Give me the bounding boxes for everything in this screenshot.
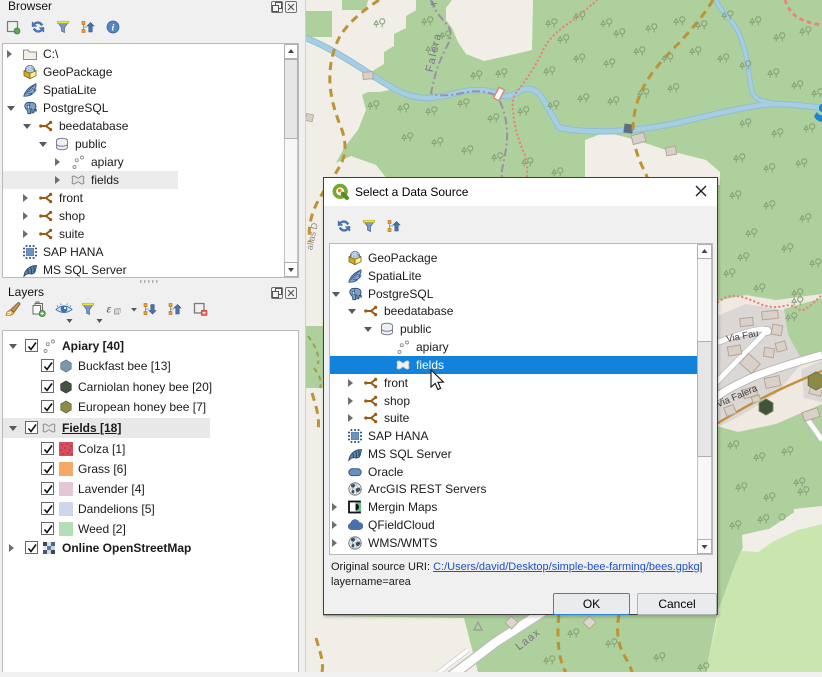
svg-text:ε: ε <box>107 302 112 316</box>
svg-text:i: i <box>112 23 115 33</box>
